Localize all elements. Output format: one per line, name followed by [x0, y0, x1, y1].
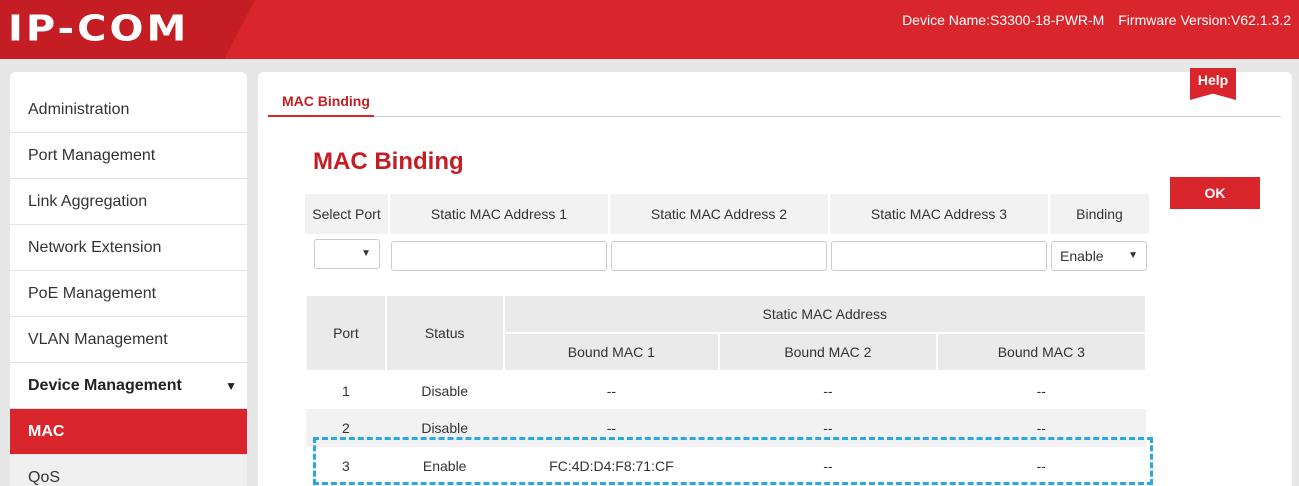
static-mac-1-input[interactable] — [391, 241, 607, 271]
top-banner: IP-COM Device Name:S3300-18-PWR-M Firmwa… — [0, 0, 1299, 59]
device-info: Device Name:S3300-18-PWR-M Firmware Vers… — [892, 12, 1291, 28]
sidebar-item-poe-management[interactable]: PoE Management — [10, 271, 247, 317]
select-port-dropdown[interactable]: ▼ — [314, 238, 380, 269]
header-static-mac-3: Static MAC Address 3 — [828, 194, 1049, 234]
dropdown-arrow-icon: ▼ — [1128, 250, 1138, 261]
device-name: Device Name:S3300-18-PWR-M — [902, 12, 1105, 28]
dropdown-arrow-icon: ▼ — [361, 247, 371, 259]
cell-mac3: -- — [1036, 382, 1046, 399]
page-title: MAC Binding — [313, 148, 464, 175]
sidebar-item-link-aggregation[interactable]: Link Aggregation — [10, 179, 247, 225]
tab-mac-binding[interactable]: MAC Binding — [268, 93, 374, 117]
sidebar-item-vlan-management[interactable]: VLAN Management — [10, 317, 247, 363]
col-static-mac-address: Static MAC Address — [502, 294, 1148, 334]
binding-dropdown[interactable]: Enable ▼ — [1051, 241, 1147, 271]
cell-port: 1 — [342, 382, 350, 399]
header-static-mac-2: Static MAC Address 2 — [608, 194, 829, 234]
col-port: Port — [305, 294, 387, 372]
sidebar-item-label: Device Management — [28, 377, 182, 394]
sidebar-item-administration[interactable]: Administration — [10, 72, 247, 133]
sidebar-item-mac[interactable]: MAC — [10, 409, 247, 455]
ip-com-logo: IP-COM — [8, 8, 190, 50]
binding-form: Select Port Static MAC Address 1 Static … — [305, 194, 1149, 278]
sidebar-item-qos[interactable]: QoS — [10, 455, 247, 486]
header-static-mac-1: Static MAC Address 1 — [388, 194, 609, 234]
col-bound-mac-2: Bound MAC 2 — [718, 332, 938, 372]
binding-value: Enable — [1060, 248, 1104, 264]
row-highlight-box — [313, 437, 1153, 485]
table-row: 1 Disable -- -- -- — [306, 371, 1146, 409]
col-status: Status — [384, 294, 505, 372]
col-bound-mac-1: Bound MAC 1 — [502, 332, 721, 372]
cell-mac1: -- — [606, 382, 617, 399]
sidebar-item-device-management[interactable]: Device Management ▼ — [10, 363, 247, 409]
help-button[interactable]: Help — [1190, 68, 1236, 100]
static-mac-2-input[interactable] — [611, 241, 827, 271]
firmware-version: Firmware Version:V62.1.3.2 — [1118, 12, 1291, 28]
cell-mac2: -- — [823, 382, 833, 399]
static-mac-3-input[interactable] — [831, 241, 1047, 271]
header-binding: Binding — [1048, 194, 1149, 234]
ok-button[interactable]: OK — [1170, 177, 1260, 209]
tab-bar: MAC Binding Help — [268, 68, 1281, 117]
caret-down-icon: ▼ — [225, 379, 237, 393]
col-bound-mac-3: Bound MAC 3 — [935, 332, 1148, 372]
sidebar-item-network-extension[interactable]: Network Extension — [10, 225, 247, 271]
cell-status: Disable — [421, 382, 469, 399]
sidebar-item-port-management[interactable]: Port Management — [10, 133, 247, 179]
sidebar: Administration Port Management Link Aggr… — [10, 72, 247, 486]
main-panel: MAC Binding Help MAC Binding OK Select P… — [258, 68, 1292, 486]
header-select-port: Select Port — [305, 194, 389, 234]
